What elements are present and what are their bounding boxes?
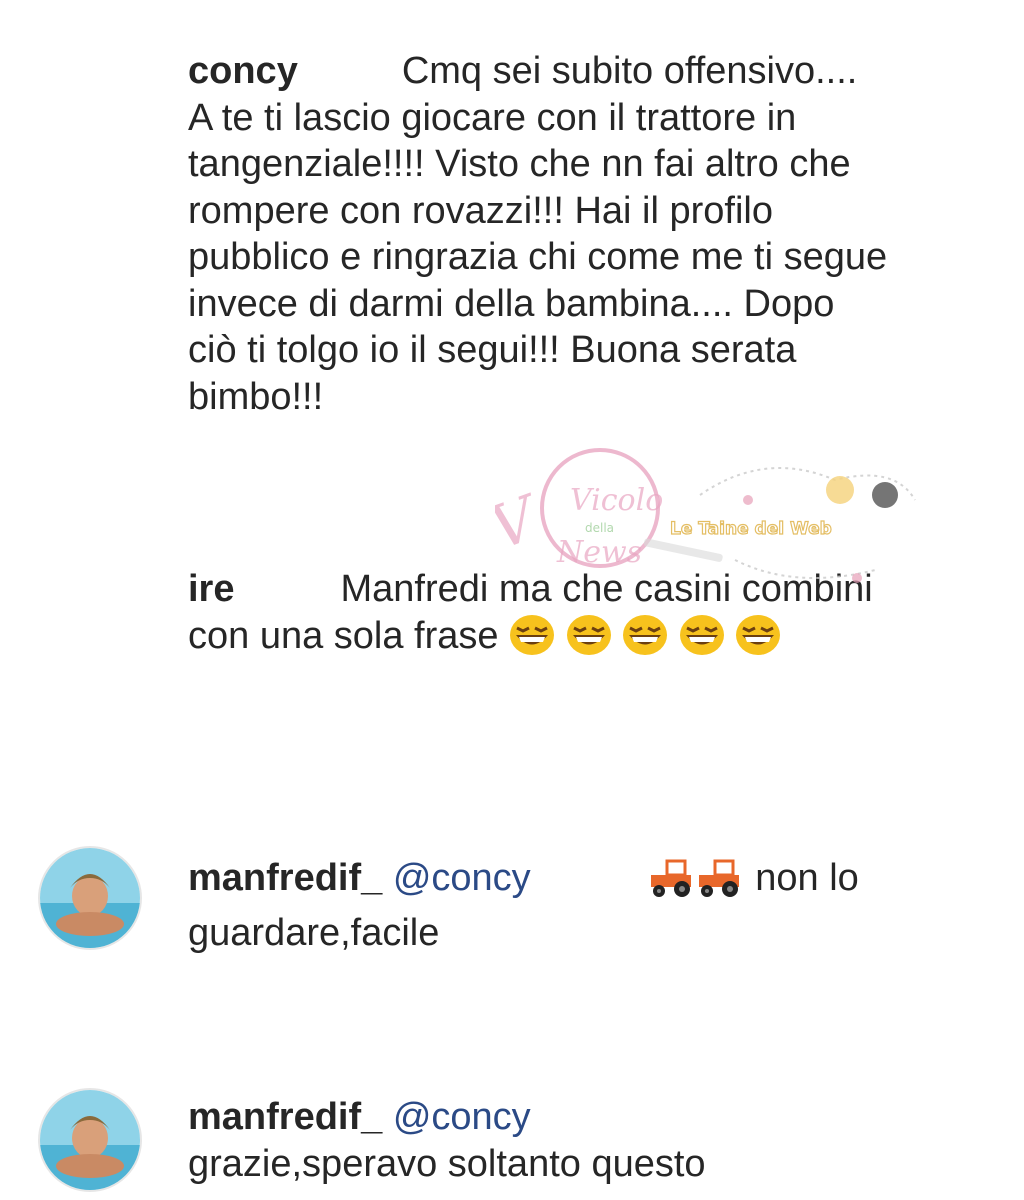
comment-username[interactable]: manfredif_ — [188, 857, 382, 899]
avatar[interactable] — [38, 1088, 142, 1192]
watermark-logo-text: Vicolo — [570, 483, 663, 518]
comment-ire: ire Manfredi ma che casini combini con un… — [188, 566, 888, 667]
comment-concy: concy Cmq sei subito offensivo.... A te t… — [188, 48, 888, 420]
watermark-logo-text: della — [585, 521, 614, 535]
comment-text: grazie,speravo soltanto questo — [188, 1142, 706, 1185]
comment-manfredif-1: manfredif_ @concy non lo guardare,facile — [188, 855, 888, 956]
comment-username[interactable]: concy — [188, 50, 298, 92]
tractor-emoji-icon — [649, 858, 697, 910]
tractor-emoji-icon — [697, 858, 745, 910]
svg-text:V: V — [495, 482, 551, 565]
laughing-emoji-icon — [622, 614, 668, 668]
comment-manfredif-2: manfredif_ @concy grazie,speravo soltant… — [188, 1094, 888, 1187]
avatar[interactable] — [38, 846, 142, 950]
comment-text: Cmq sei subito offensivo.... A te ti las… — [188, 50, 888, 418]
laughing-emoji-icon — [679, 614, 725, 668]
mention-link[interactable]: @concy — [393, 857, 531, 899]
laughing-emoji-icon — [566, 614, 612, 668]
laughing-emoji-icon — [509, 614, 555, 668]
watermark-banner-text: Le Taine del Web — [670, 519, 832, 539]
comment-username[interactable]: manfredif_ — [188, 1096, 382, 1138]
comment-username[interactable]: ire — [188, 568, 234, 610]
watermark-logo-text: News — [556, 535, 642, 570]
laughing-emoji-icon — [735, 614, 781, 668]
mention-link[interactable]: @concy — [393, 1096, 531, 1138]
